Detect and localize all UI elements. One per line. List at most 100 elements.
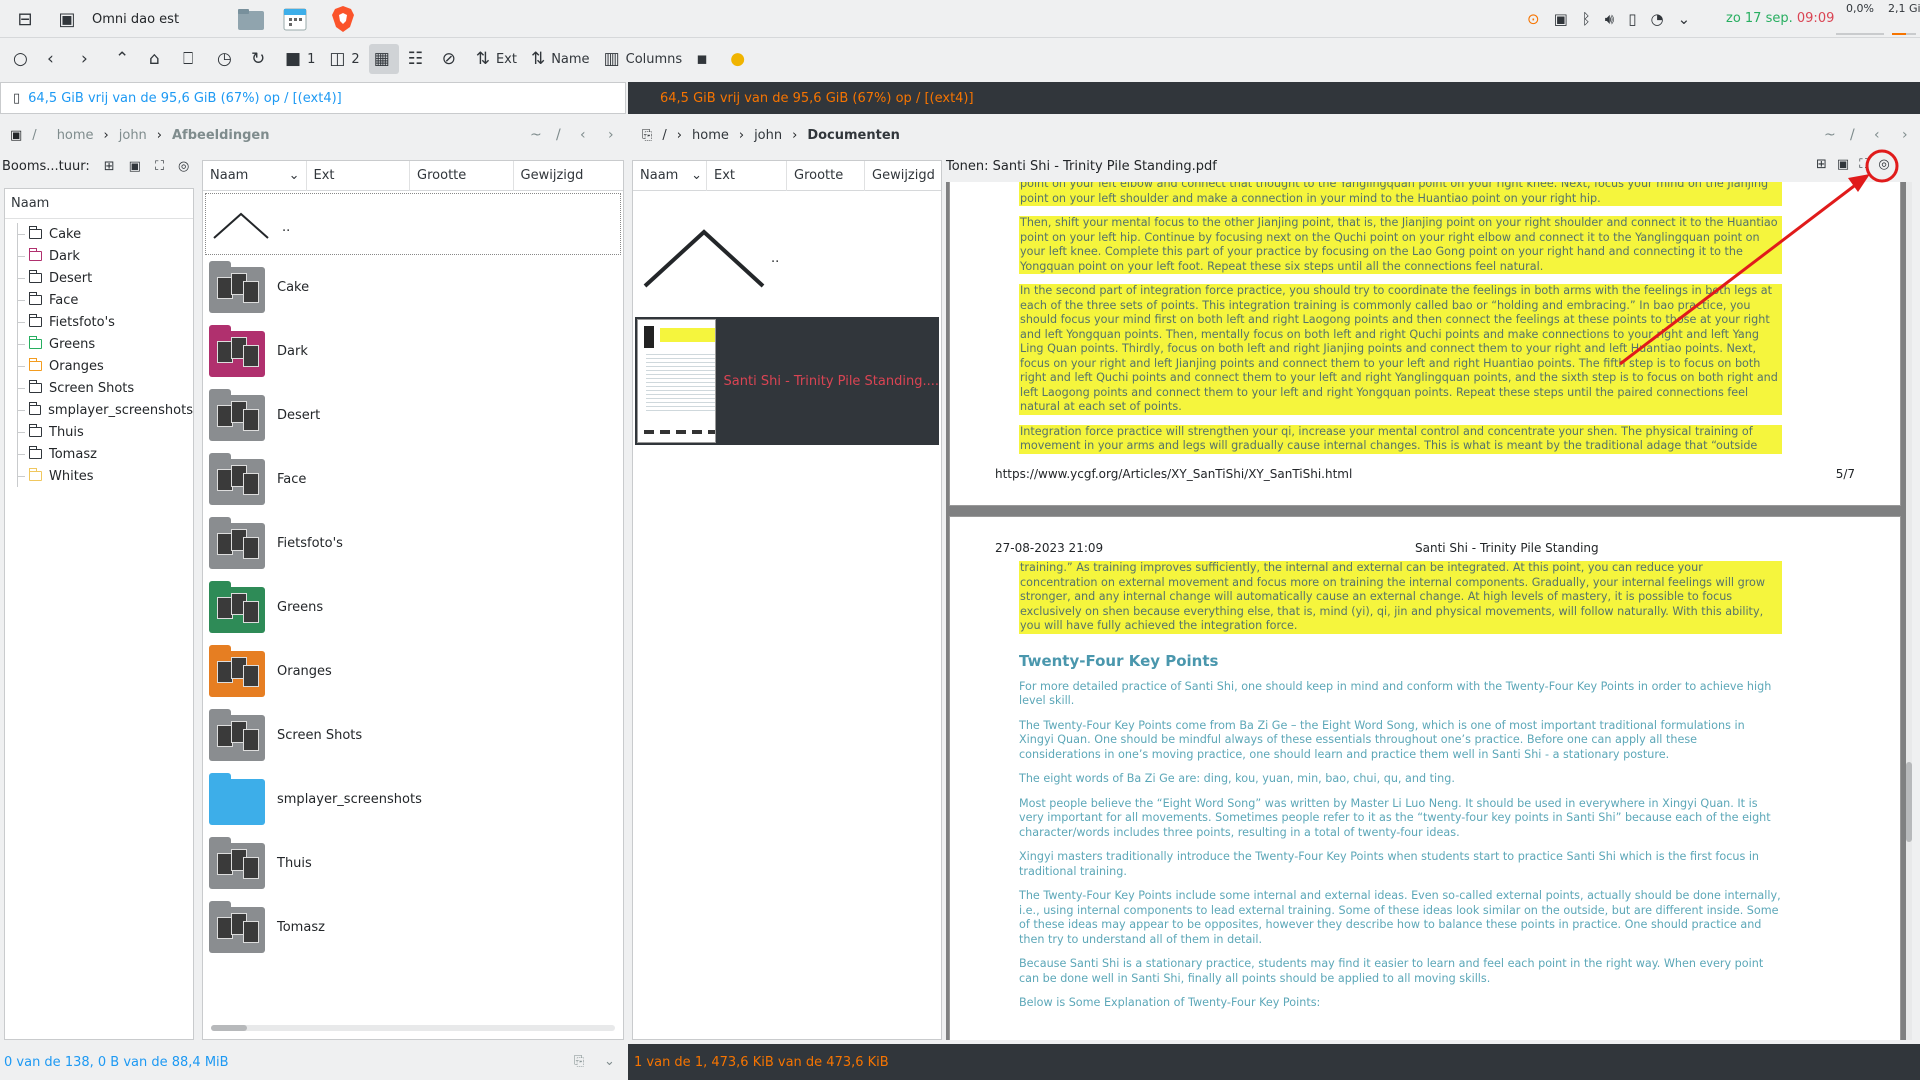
columns-button[interactable]: ▥ Columns	[599, 44, 688, 74]
chevron-down-icon[interactable]: ⌄	[1678, 10, 1691, 28]
crumb-root[interactable]: /	[662, 128, 666, 143]
col-ext[interactable]: Ext	[307, 161, 411, 191]
screenshot-icon[interactable]: ▣	[52, 0, 82, 38]
preview-scrollbar[interactable]	[1906, 182, 1912, 1040]
emoji-icon[interactable]: ●	[725, 44, 755, 74]
calendar-icon[interactable]	[280, 0, 310, 38]
chevron-left-icon[interactable]: ‹	[580, 127, 586, 143]
col-modified[interactable]: Gewijzigd	[865, 161, 941, 191]
crumb-john[interactable]: john	[754, 128, 782, 143]
application-launcher-icon[interactable]: ⊟	[10, 0, 40, 38]
brave-browser-icon[interactable]	[328, 0, 358, 38]
folder-row[interactable]: Cake	[203, 255, 623, 319]
parent-dir-row[interactable]: ..	[205, 193, 621, 255]
tree-item[interactable]: Tomasz	[5, 443, 193, 465]
icon-view-button[interactable]: ▦	[368, 44, 399, 74]
circle-icon[interactable]: ○	[8, 44, 38, 74]
root-icon[interactable]: /	[556, 127, 561, 143]
folder-row[interactable]: Fietsfoto's	[203, 511, 623, 575]
window-title[interactable]: Omni dao est	[92, 0, 192, 38]
folder-row[interactable]: Desert	[203, 383, 623, 447]
cpu-monitor[interactable]: 0,0%	[1832, 0, 1888, 38]
tilde-icon[interactable]: ~	[530, 127, 542, 143]
col-name[interactable]: Naam ⌄	[633, 161, 707, 191]
bluetooth-icon[interactable]: ᛒ	[1582, 10, 1591, 28]
fullscreen-icon[interactable]: ⛶	[1859, 157, 1868, 172]
tree-item[interactable]: smplayer_screenshots	[5, 399, 193, 421]
tilde-icon[interactable]: ~	[1824, 127, 1836, 143]
memory-monitor[interactable]: 2,1 GiB	[1888, 0, 1920, 38]
tree-item[interactable]: Desert	[5, 267, 193, 289]
chevron-right-icon[interactable]: ›	[1902, 127, 1908, 143]
volume-icon[interactable]: 🔊︎	[1605, 10, 1614, 28]
split-icon[interactable]: ⊞	[1816, 157, 1827, 172]
chevron-right-icon[interactable]: ›	[608, 127, 614, 143]
dual-pane-button[interactable]: ◫ 2	[324, 44, 364, 74]
target-icon[interactable]: ◎	[1878, 157, 1889, 172]
reload-icon[interactable]: ↻	[246, 44, 276, 74]
target-icon[interactable]: ◎	[178, 159, 189, 174]
network-icon[interactable]: ◔	[1651, 10, 1664, 28]
crumb-john[interactable]: john	[119, 128, 147, 143]
tree-item[interactable]: Cake	[5, 223, 193, 245]
up-icon[interactable]: ⌃	[110, 44, 140, 74]
file-manager-icon[interactable]	[236, 0, 266, 38]
single-pane-button[interactable]: ■ 1	[280, 44, 320, 74]
col-size[interactable]: Grootte	[787, 161, 865, 191]
image-icon[interactable]: ▣	[129, 159, 141, 174]
clipboard-icon[interactable]: ▣	[1554, 10, 1568, 28]
bookmark-icon[interactable]: ⎕	[178, 44, 208, 74]
col-size[interactable]: Grootte	[410, 161, 514, 191]
sort-ext-button[interactable]: ⇅ Ext	[471, 44, 522, 74]
folder-row[interactable]: smplayer_screenshots	[203, 767, 623, 831]
folder-row[interactable]: Face	[203, 447, 623, 511]
history-icon[interactable]: ◷	[212, 44, 242, 74]
crumb-home[interactable]: home	[57, 128, 94, 143]
image-icon[interactable]: ▣	[1837, 157, 1849, 172]
col-modified[interactable]: Gewijzigd	[514, 161, 623, 191]
tree-item[interactable]: Screen Shots	[5, 377, 193, 399]
terminal-icon[interactable]: ▪	[691, 44, 721, 74]
tree-item[interactable]: Whites	[5, 465, 193, 487]
col-name[interactable]: Naam ⌄	[203, 161, 307, 191]
sort-name-button[interactable]: ⇅ Name	[526, 44, 595, 74]
pdf-preview[interactable]: point on your left elbow and connect tha…	[946, 182, 1908, 1040]
tree-item[interactable]: Oranges	[5, 355, 193, 377]
selected-file-row[interactable]: Santi Shi - Trinity Pile Standing....	[635, 317, 939, 445]
tree-item[interactable]: Fietsfoto's	[5, 311, 193, 333]
chevron-down-icon[interactable]: ⌄	[604, 1054, 615, 1069]
tree-item-label: Greens	[49, 336, 96, 352]
crumb-current[interactable]: Afbeeldingen	[172, 128, 270, 143]
back-icon[interactable]: ‹	[42, 44, 72, 74]
parent-dir-row[interactable]: ..	[633, 191, 941, 317]
tree-item[interactable]: Thuis	[5, 421, 193, 443]
crumb-home[interactable]: home	[692, 128, 729, 143]
chevron-left-icon[interactable]: ‹	[1874, 127, 1880, 143]
folder-row[interactable]: Thuis	[203, 831, 623, 895]
fullscreen-icon[interactable]: ⛶	[155, 159, 164, 174]
tree-title[interactable]: Booms...tuur:	[2, 159, 90, 174]
detail-view-button[interactable]: ☷	[403, 44, 433, 74]
root-icon[interactable]: /	[1850, 127, 1855, 143]
clock[interactable]: zo 17 sep. 09:09	[1726, 11, 1834, 26]
folder-row[interactable]: Screen Shots	[203, 703, 623, 767]
tree-item[interactable]: Greens	[5, 333, 193, 355]
crumb-root[interactable]: /	[32, 128, 36, 143]
folder-row[interactable]: Oranges	[203, 639, 623, 703]
tree-column-header[interactable]: Naam	[5, 189, 193, 219]
folder-row[interactable]: Greens	[203, 575, 623, 639]
folder-row[interactable]: Tomasz	[203, 895, 623, 959]
hidden-files-button[interactable]: ⊘	[437, 44, 467, 74]
split-icon[interactable]: ⊞	[104, 159, 115, 174]
copy-icon[interactable]: ⎘	[574, 1054, 584, 1069]
horizontal-scrollbar[interactable]	[211, 1025, 615, 1031]
battery-icon[interactable]: ▯	[1628, 10, 1636, 28]
col-ext[interactable]: Ext	[707, 161, 787, 191]
folder-row[interactable]: Dark	[203, 319, 623, 383]
forward-icon[interactable]: ›	[76, 44, 106, 74]
tree-item[interactable]: Dark	[5, 245, 193, 267]
crumb-current[interactable]: Documenten	[807, 128, 900, 143]
update-icon[interactable]: ⊙	[1527, 10, 1540, 28]
home-icon[interactable]: ⌂	[144, 44, 174, 74]
tree-item[interactable]: Face	[5, 289, 193, 311]
